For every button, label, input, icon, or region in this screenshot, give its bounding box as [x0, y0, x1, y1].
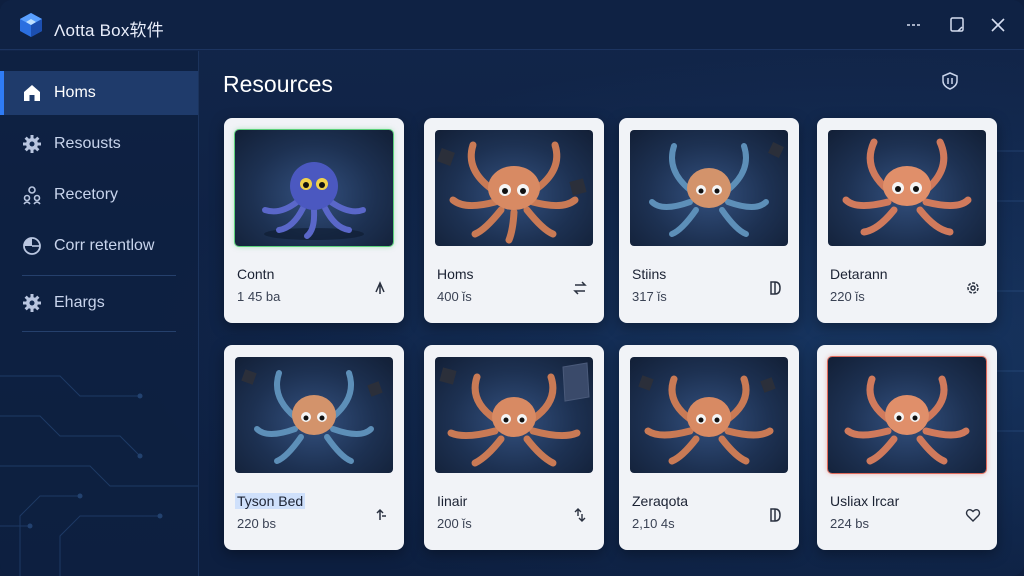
- sidebar: Homs Resousts Recetory Corr retentlow Eh…: [0, 51, 199, 576]
- octopus-thumbnail: [435, 130, 593, 246]
- card-action-button[interactable]: [570, 505, 590, 525]
- minimize-icon: [907, 24, 921, 26]
- octopus-thumbnail: [630, 130, 788, 246]
- maximize-icon: [950, 17, 964, 32]
- arrow-up-icon: [375, 281, 385, 294]
- page-title: Resources: [223, 71, 333, 97]
- home-icon: [24, 85, 40, 101]
- card-name: Homs: [437, 266, 474, 282]
- main-content: Resources Contn 1 45 ba Homs 400 ǐs Stii…: [200, 51, 1024, 576]
- maximize-button[interactable]: [945, 13, 969, 37]
- card-size: 2,10 4s: [632, 516, 675, 531]
- card-size: 317 ǐs: [632, 289, 667, 304]
- card-size: 220 ǐs: [830, 289, 865, 304]
- app-logo-icon: [20, 13, 42, 37]
- sidebar-item-label: Ehargs: [54, 294, 105, 311]
- sidebar-item-recetory[interactable]: Recetory: [0, 173, 198, 217]
- card-action-button[interactable]: [765, 505, 785, 525]
- octopus-thumbnail: [435, 357, 593, 473]
- card-action-button[interactable]: [963, 278, 983, 298]
- title-bar: Λotta Box软件: [0, 0, 1024, 50]
- swap-icon: [573, 281, 587, 295]
- octopus-thumbnail: [828, 130, 986, 246]
- users-icon: [23, 186, 41, 205]
- card-name: Usliax lrcar: [830, 493, 900, 509]
- card-name: Zeraqota: [632, 493, 689, 509]
- app-title: Λotta Box软件: [54, 21, 164, 40]
- octopus-thumbnail: [235, 130, 393, 246]
- sidebar-item-corr-retentlow[interactable]: Corr retentlow: [0, 224, 198, 268]
- resource-card[interactable]: Iinair 200 ǐs: [424, 345, 604, 550]
- swap-icon: [574, 508, 586, 522]
- sidebar-item-label: Homs: [54, 84, 96, 101]
- card-size: 1 45 ba: [237, 289, 281, 304]
- card-action-button[interactable]: [370, 505, 390, 525]
- resource-card[interactable]: Tyson Bed 220 bs: [224, 345, 404, 550]
- heart-icon: [965, 509, 981, 522]
- card-action-button[interactable]: [370, 278, 390, 298]
- card-name: Detarann: [830, 266, 888, 282]
- card-name: Stiins: [632, 266, 667, 282]
- resource-card[interactable]: Contn 1 45 ba: [224, 118, 404, 323]
- resource-card[interactable]: Zeraqota 2,10 4s: [619, 345, 799, 550]
- settings-icon: [967, 282, 979, 294]
- resource-card[interactable]: Stiins 317 ǐs: [619, 118, 799, 323]
- card-name: Contn: [237, 266, 275, 282]
- card-size: 200 ǐs: [437, 516, 472, 531]
- card-name: Iinair: [437, 493, 468, 509]
- circuit-decoration: [0, 375, 198, 576]
- pie-chart-icon: [23, 237, 41, 255]
- resource-card[interactable]: Usliax lrcar 224 bs: [817, 345, 997, 550]
- card-size: 400 ǐs: [437, 289, 472, 304]
- tag-icon: [770, 281, 781, 295]
- sidebar-item-label: Recetory: [54, 186, 119, 203]
- card-action-button[interactable]: [765, 278, 785, 298]
- card-name: Tyson Bed: [235, 493, 306, 509]
- sidebar-item-label: Resousts: [54, 135, 121, 152]
- sidebar-item-resources[interactable]: Resousts: [0, 122, 198, 166]
- sidebar-item-ehargs[interactable]: Ehargs: [0, 281, 198, 325]
- card-size: 224 bs: [830, 516, 870, 531]
- close-button[interactable]: [986, 13, 1010, 37]
- app-window: Λotta Box软件 Homs Resousts Recetory Corr …: [0, 0, 1024, 576]
- gear-icon: [23, 135, 41, 153]
- minimize-button[interactable]: [902, 13, 926, 37]
- card-action-button[interactable]: [963, 505, 983, 525]
- sidebar-item-home[interactable]: Homs: [0, 71, 198, 115]
- tag-icon: [770, 508, 781, 522]
- octopus-thumbnail: [630, 357, 788, 473]
- arrow-up-bar-icon: [376, 508, 386, 520]
- resource-card[interactable]: Detarann 220 ǐs: [817, 118, 997, 323]
- info-shield-icon[interactable]: [940, 71, 960, 91]
- sidebar-divider: [22, 275, 176, 276]
- sidebar-divider: [22, 331, 176, 332]
- card-size: 220 bs: [237, 516, 277, 531]
- octopus-thumbnail: [828, 357, 986, 473]
- resource-card[interactable]: Homs 400 ǐs: [424, 118, 604, 323]
- close-icon: [991, 18, 1005, 32]
- octopus-thumbnail: [235, 357, 393, 473]
- sidebar-item-label: Corr retentlow: [54, 237, 155, 254]
- gear-icon: [23, 294, 41, 312]
- card-action-button[interactable]: [570, 278, 590, 298]
